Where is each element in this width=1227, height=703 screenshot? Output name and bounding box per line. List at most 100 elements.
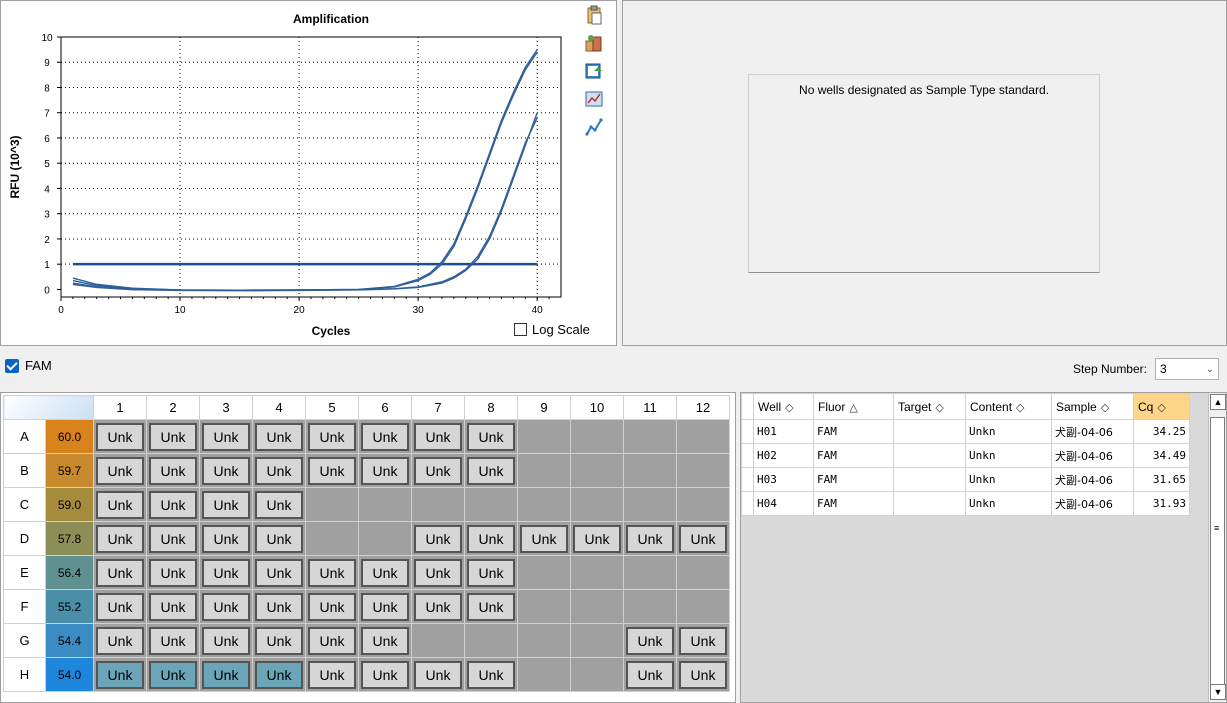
well-content-label[interactable]: Unk xyxy=(679,660,727,689)
well-content-label[interactable]: Unk xyxy=(467,592,515,621)
plate-well[interactable]: Unk xyxy=(146,589,200,624)
plate-column-header[interactable]: 10 xyxy=(570,395,624,420)
well-content-label[interactable]: Unk xyxy=(96,660,144,689)
image-export-icon[interactable] xyxy=(584,61,604,81)
cell-target[interactable] xyxy=(893,419,966,444)
column-header-fluor[interactable]: Fluor △ xyxy=(813,393,894,420)
well-content-label[interactable]: Unk xyxy=(467,524,515,553)
well-content-label[interactable]: Unk xyxy=(255,592,303,621)
sort-icon[interactable]: ◇ xyxy=(935,402,943,414)
plate-well[interactable] xyxy=(570,589,624,624)
plate-well[interactable]: Unk xyxy=(252,453,306,488)
well-content-label[interactable]: Unk xyxy=(467,456,515,485)
plate-well[interactable] xyxy=(570,453,624,488)
well-content-label[interactable]: Unk xyxy=(255,490,303,519)
plate-well[interactable]: Unk xyxy=(411,657,465,692)
well-content-label[interactable]: Unk xyxy=(414,422,462,451)
plate-well[interactable]: Unk xyxy=(623,521,677,556)
plate-well[interactable]: Unk xyxy=(676,623,730,658)
plate-row-header[interactable]: A xyxy=(3,419,46,454)
chart-settings-icon[interactable] xyxy=(584,89,604,109)
plate-well[interactable]: Unk xyxy=(411,419,465,454)
plate-well[interactable]: Unk xyxy=(358,657,412,692)
plate-well[interactable] xyxy=(411,623,465,658)
plate-well[interactable]: Unk xyxy=(305,453,359,488)
plate-well[interactable] xyxy=(517,487,571,522)
sort-icon[interactable]: ◇ xyxy=(1101,402,1109,414)
cell-target[interactable] xyxy=(893,491,966,516)
plate-well[interactable] xyxy=(623,589,677,624)
row-gutter[interactable] xyxy=(741,419,754,444)
plate-well[interactable]: Unk xyxy=(93,487,147,522)
well-content-label[interactable]: Unk xyxy=(467,422,515,451)
results-scrollbar[interactable]: ▲ ≡ ▼ xyxy=(1208,393,1226,702)
well-content-label[interactable]: Unk xyxy=(255,558,303,587)
plate-well[interactable]: Unk xyxy=(464,521,518,556)
plate-well[interactable]: Unk xyxy=(252,555,306,590)
plate-well[interactable]: Unk xyxy=(252,487,306,522)
plate-well[interactable]: Unk xyxy=(93,419,147,454)
cell-well[interactable]: H04 xyxy=(753,491,814,516)
plate-well[interactable]: Unk xyxy=(146,487,200,522)
well-content-label[interactable]: Unk xyxy=(361,592,409,621)
plate-column-header[interactable]: 9 xyxy=(517,395,571,420)
plate-well[interactable]: Unk xyxy=(199,589,253,624)
plate-well[interactable]: Unk xyxy=(358,453,412,488)
well-content-label[interactable]: Unk xyxy=(361,422,409,451)
sort-icon[interactable]: ◇ xyxy=(1157,402,1165,414)
well-content-label[interactable]: Unk xyxy=(308,456,356,485)
plate-well[interactable]: Unk xyxy=(464,453,518,488)
plate-column-header[interactable]: 11 xyxy=(623,395,677,420)
well-content-label[interactable]: Unk xyxy=(573,524,621,553)
well-content-label[interactable]: Unk xyxy=(96,422,144,451)
plate-well[interactable]: Unk xyxy=(252,589,306,624)
plate-well[interactable]: Unk xyxy=(358,589,412,624)
well-content-label[interactable]: Unk xyxy=(96,626,144,655)
plate-well[interactable] xyxy=(570,657,624,692)
well-content-label[interactable]: Unk xyxy=(202,592,250,621)
cell-target[interactable] xyxy=(893,443,966,468)
well-content-label[interactable]: Unk xyxy=(361,626,409,655)
cell-cq[interactable]: 31.65 xyxy=(1133,467,1190,492)
plate-well[interactable]: Unk xyxy=(305,555,359,590)
sort-icon[interactable]: △ xyxy=(849,402,857,414)
column-header-cq[interactable]: Cq ◇ xyxy=(1133,393,1190,420)
well-content-label[interactable]: Unk xyxy=(414,592,462,621)
plate-well[interactable]: Unk xyxy=(305,623,359,658)
plate-well[interactable] xyxy=(623,555,677,590)
plate-well[interactable] xyxy=(570,419,624,454)
plate-row-header[interactable]: G xyxy=(3,623,46,658)
plate-row-header[interactable]: C xyxy=(3,487,46,522)
column-header-sample[interactable]: Sample ◇ xyxy=(1051,393,1134,420)
cell-fluor[interactable]: FAM xyxy=(813,419,894,444)
plate-well[interactable]: Unk xyxy=(146,555,200,590)
plate-well[interactable]: Unk xyxy=(93,623,147,658)
well-content-label[interactable]: Unk xyxy=(149,558,197,587)
plate-well[interactable]: Unk xyxy=(93,521,147,556)
plate-well[interactable]: Unk xyxy=(146,521,200,556)
well-content-label[interactable]: Unk xyxy=(149,660,197,689)
cell-cq[interactable]: 34.49 xyxy=(1133,443,1190,468)
plate-column-header[interactable]: 12 xyxy=(676,395,730,420)
cell-sample[interactable]: 犬副-04-06 xyxy=(1051,467,1134,492)
plate-well[interactable]: Unk xyxy=(358,419,412,454)
plate-well[interactable]: Unk xyxy=(199,419,253,454)
well-content-label[interactable]: Unk xyxy=(679,626,727,655)
plate-well[interactable] xyxy=(517,657,571,692)
step-number-select[interactable]: 3 ⌄ xyxy=(1155,358,1219,380)
column-header-well[interactable]: Well ◇ xyxy=(753,393,814,420)
plate-well[interactable] xyxy=(676,487,730,522)
plate-well[interactable]: Unk xyxy=(464,419,518,454)
plate-well[interactable] xyxy=(517,453,571,488)
cell-sample[interactable]: 犬副-04-06 xyxy=(1051,491,1134,516)
plate-well[interactable] xyxy=(623,453,677,488)
cell-well[interactable]: H02 xyxy=(753,443,814,468)
well-content-label[interactable]: Unk xyxy=(308,422,356,451)
plate-well[interactable] xyxy=(517,623,571,658)
plate-well[interactable]: Unk xyxy=(305,589,359,624)
well-content-label[interactable]: Unk xyxy=(255,456,303,485)
plate-well[interactable] xyxy=(464,623,518,658)
well-content-label[interactable]: Unk xyxy=(149,626,197,655)
plate-well[interactable]: Unk xyxy=(199,623,253,658)
plate-well[interactable]: Unk xyxy=(464,555,518,590)
